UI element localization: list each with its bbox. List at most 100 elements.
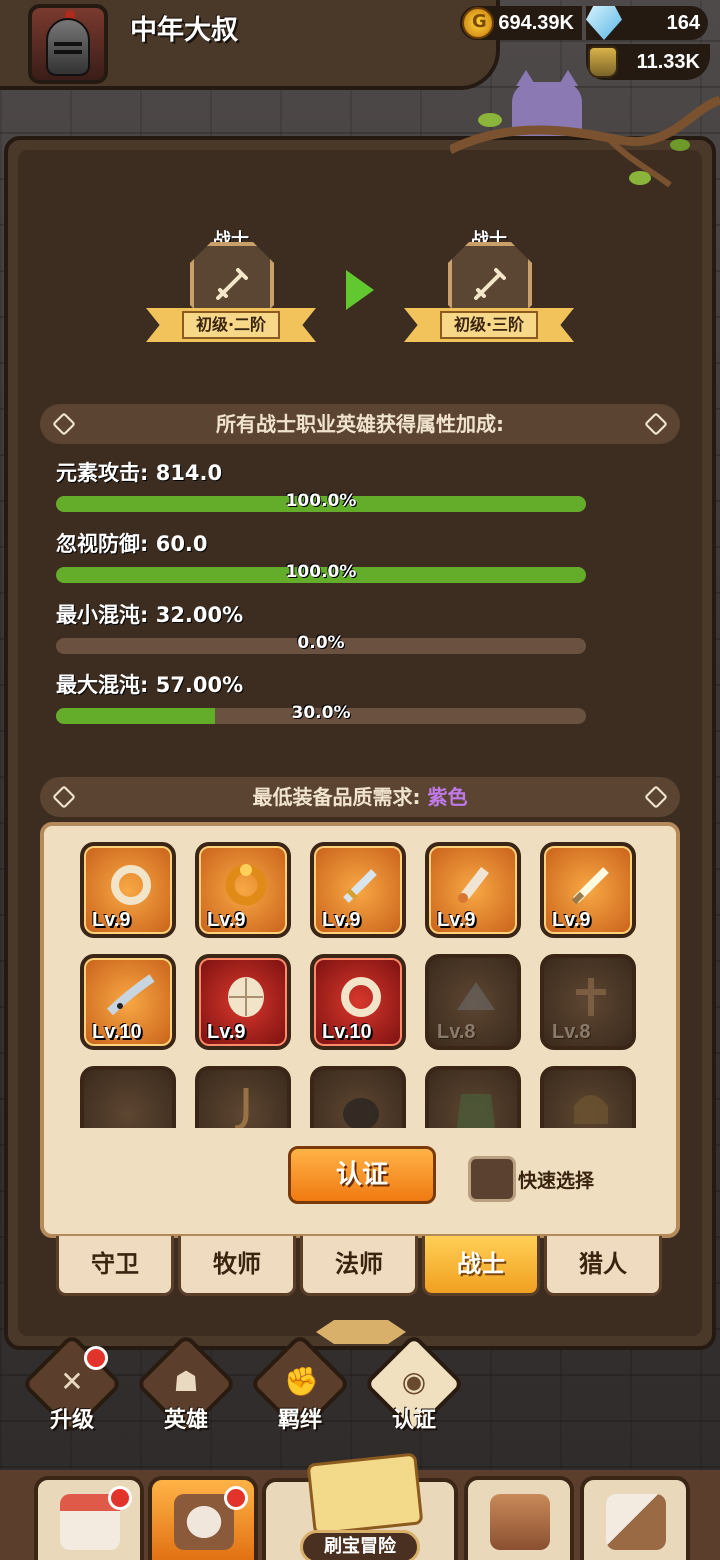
- rope-ring-icon: [111, 865, 151, 905]
- equipment-slot[interactable]: Lv.9: [425, 842, 521, 938]
- equipment-level: Lv.10: [92, 1021, 142, 1043]
- stat-percent: 30.0%: [291, 703, 351, 723]
- bottom-tab-shop[interactable]: [34, 1476, 144, 1560]
- knight-helmet-icon: [46, 18, 90, 76]
- gold-counter[interactable]: 694.39K: [460, 6, 582, 40]
- subnav-label: 羁绊: [277, 1408, 322, 1433]
- upgrade-arrow-icon: [346, 270, 374, 310]
- light-saber-icon: [571, 867, 609, 905]
- class-tabs: 守卫 牧师 法师 战士 猎人: [56, 1236, 666, 1298]
- turtle-shell-icon: [228, 977, 264, 1017]
- equipment-slot[interactable]: Lv.9: [80, 842, 176, 938]
- requirement-header: 最低装备品质需求: 紫色: [40, 777, 680, 817]
- tab-warrior[interactable]: 战士: [422, 1236, 540, 1296]
- equipment-slot[interactable]: [310, 1066, 406, 1128]
- equipment-level: Lv.8: [437, 1021, 476, 1043]
- ornament-icon: [644, 412, 668, 436]
- next-tier-label: 初级·三阶: [440, 311, 538, 339]
- stat-row: 忽视防御: 60.0 100.0%: [56, 529, 596, 583]
- tab-priest[interactable]: 牧师: [178, 1236, 296, 1296]
- equipment-slot[interactable]: Lv.9: [540, 842, 636, 938]
- tab-mage[interactable]: 法师: [300, 1236, 418, 1296]
- equipment-level: Lv.10: [322, 1021, 372, 1043]
- helmet-icon: [574, 1095, 608, 1124]
- bottom-tab-bag[interactable]: [464, 1476, 574, 1560]
- gold-value: 694.39K: [498, 11, 574, 34]
- stat-row: 最小混沌: 32.00% 0.0%: [56, 600, 596, 654]
- equipment-slot[interactable]: Lv.8: [425, 954, 521, 1050]
- bottom-tab-hero[interactable]: [148, 1476, 258, 1560]
- ornament-icon: [52, 785, 76, 809]
- equipment-level: Lv.9: [207, 909, 246, 931]
- player-avatar[interactable]: [28, 4, 108, 84]
- equipment-slot[interactable]: Lv.9: [195, 842, 291, 938]
- hat-icon: [457, 982, 495, 1010]
- swords-icon: ✕: [60, 1365, 84, 1398]
- potion-jar-icon: [588, 46, 618, 78]
- subnav-label: 认证: [391, 1408, 436, 1433]
- rope-icon: [234, 1088, 249, 1128]
- tab-hunter[interactable]: 猎人: [544, 1236, 662, 1296]
- equipment-slot[interactable]: [80, 1066, 176, 1128]
- potion-value: 11.33K: [636, 50, 700, 73]
- subnav-bonds[interactable]: ✊ 羁绊: [249, 1333, 351, 1440]
- equipment-level: Lv.9: [207, 1021, 246, 1043]
- bottom-tab-adventure[interactable]: 刷宝冒险: [262, 1452, 458, 1560]
- next-rank-emblem: 战士 初级·三阶: [404, 228, 574, 358]
- fist-icon: ✊: [284, 1365, 319, 1398]
- dagger-icon: [458, 866, 489, 903]
- tab-guardian[interactable]: 守卫: [56, 1236, 174, 1296]
- quick-select-checkbox[interactable]: [468, 1156, 516, 1202]
- equipment-slot[interactable]: [195, 1066, 291, 1128]
- bottom-tab-forge[interactable]: [580, 1476, 690, 1560]
- gem-icon: [586, 6, 622, 40]
- current-tier-label: 初级·二阶: [182, 311, 280, 339]
- gem-counter[interactable]: 164: [586, 6, 708, 40]
- backpack-icon: [490, 1494, 550, 1550]
- camo-armor-icon: [457, 1094, 495, 1128]
- gem-value: 164: [666, 11, 700, 34]
- notification-badge: [108, 1486, 132, 1510]
- current-rank-emblem: 战士 初级·二阶: [146, 228, 316, 358]
- equipment-slot[interactable]: [425, 1066, 521, 1128]
- requirement-quality: 紫色: [427, 785, 468, 809]
- equipment-level: Lv.9: [437, 909, 476, 931]
- subnav-upgrade[interactable]: ✕ 升级: [21, 1333, 123, 1440]
- ornament-icon: [644, 785, 668, 809]
- notification-badge: [224, 1486, 248, 1510]
- adventure-label: 刷宝冒险: [300, 1530, 420, 1560]
- sword-icon: [343, 869, 377, 903]
- equipment-level: Lv.8: [552, 1021, 591, 1043]
- equipment-level: Lv.9: [322, 909, 361, 931]
- fur-icon: [343, 1098, 379, 1128]
- subnav-certify[interactable]: ◉ 认证: [363, 1333, 465, 1440]
- equipment-slot[interactable]: Lv.8: [540, 954, 636, 1050]
- stat-label: 最小混沌: 32.00%: [56, 603, 244, 627]
- certify-button[interactable]: 认证: [288, 1146, 436, 1204]
- hammer-icon: [606, 1494, 666, 1550]
- rope-ring-icon: [341, 977, 381, 1017]
- bonus-section-header: 所有战士职业英雄获得属性加成:: [40, 404, 680, 444]
- next-tier-ribbon: 初级·三阶: [404, 308, 574, 342]
- potion-counter[interactable]: 11.33K: [586, 44, 710, 80]
- equipment-slot[interactable]: Lv.9: [195, 954, 291, 1050]
- hero-icon: ☗: [173, 1365, 199, 1398]
- stat-percent: 0.0%: [297, 633, 345, 653]
- equipment-slot[interactable]: Lv.9: [310, 842, 406, 938]
- treasure-map-icon: [306, 1452, 424, 1536]
- eye-icon: ◉: [401, 1365, 427, 1398]
- notification-badge: [84, 1346, 108, 1370]
- equipment-panel: Lv.9 Lv.9 Lv.9 Lv.9 Lv.9 Lv.10 Lv.9 Lv.10 Lv.8 Lv…: [40, 822, 680, 1238]
- equipment-slot[interactable]: Lv.10: [310, 954, 406, 1050]
- top-bar: 中年大叔 694.39K 164 11.33K: [0, 0, 720, 96]
- empty-icon: [106, 1084, 156, 1128]
- stat-label: 最大混沌: 57.00%: [56, 673, 244, 697]
- subnav-heroes[interactable]: ☗ 英雄: [135, 1333, 237, 1440]
- equipment-slot[interactable]: Lv.10: [80, 954, 176, 1050]
- equipment-slot[interactable]: [540, 1066, 636, 1128]
- quick-select-label[interactable]: 快速选择: [518, 1166, 594, 1193]
- stat-label: 忽视防御: 60.0: [56, 532, 208, 556]
- player-name: 中年大叔: [130, 15, 238, 46]
- equipment-grid[interactable]: Lv.9 Lv.9 Lv.9 Lv.9 Lv.9 Lv.10 Lv.9 Lv.10 Lv.8 Lv…: [80, 842, 650, 1128]
- stat-percent: 100.0%: [285, 491, 357, 511]
